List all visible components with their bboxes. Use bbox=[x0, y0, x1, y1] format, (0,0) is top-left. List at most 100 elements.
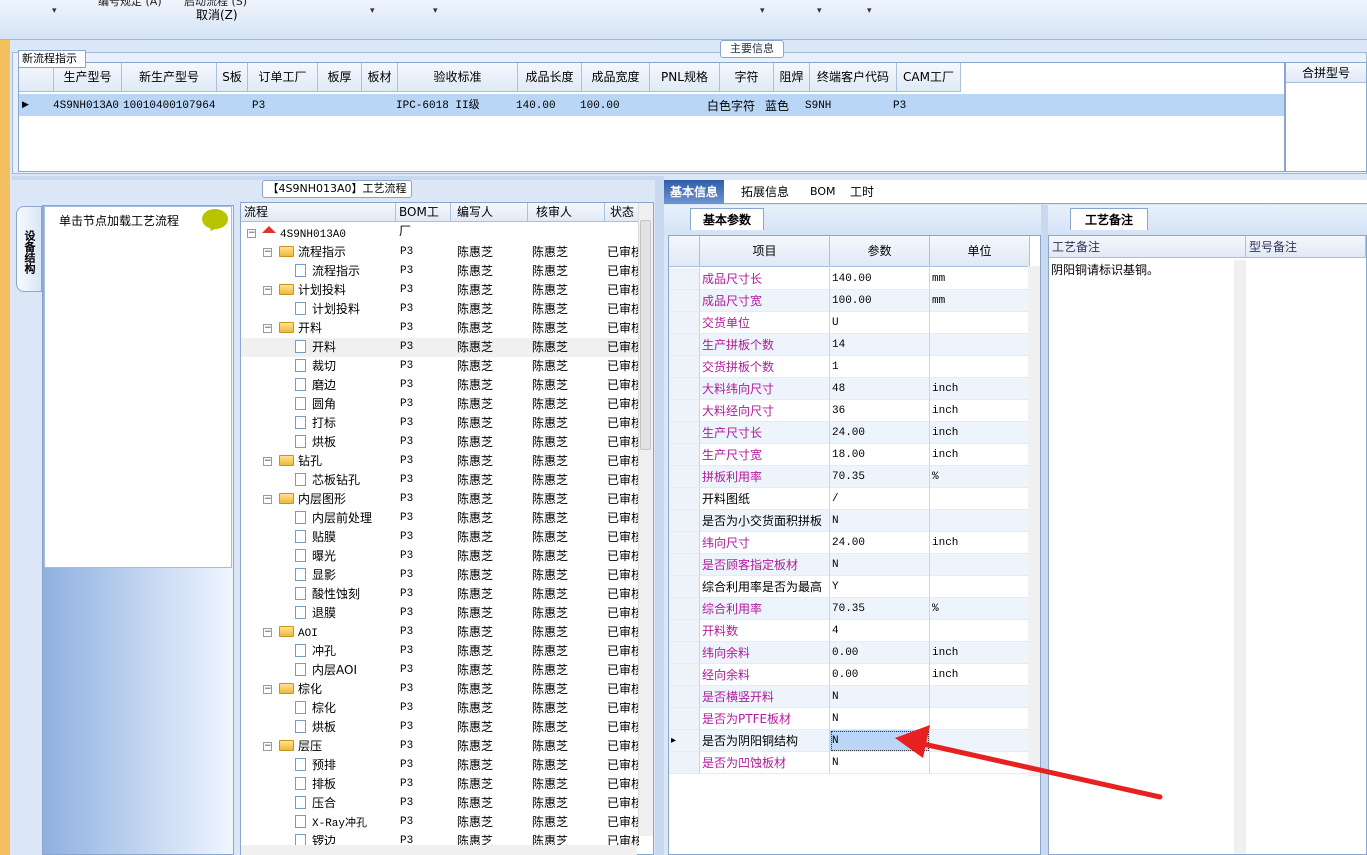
row-indicator[interactable] bbox=[669, 598, 700, 620]
row-indicator[interactable] bbox=[669, 576, 700, 598]
cell-new-model[interactable]: 10010400107964 bbox=[123, 96, 215, 116]
param-row[interactable]: 综合利用率 70.35% bbox=[669, 598, 1040, 620]
tree-node[interactable]: 打标 bbox=[295, 414, 336, 433]
param-row[interactable]: 交货单位 U bbox=[669, 312, 1040, 334]
tree-row[interactable]: 显影 P3 陈惠芝 陈惠芝 已审核 bbox=[241, 566, 641, 585]
param-unit[interactable] bbox=[930, 686, 1030, 708]
param-unit[interactable]: mm bbox=[930, 268, 1030, 290]
param-row[interactable]: 大料经向尺寸 36 inch bbox=[669, 400, 1040, 422]
param-unit[interactable] bbox=[930, 576, 1030, 598]
main-col-header[interactable]: 终端客户代码 bbox=[810, 63, 897, 92]
tree-node[interactable]: 棕化 bbox=[295, 699, 336, 718]
param-unit[interactable] bbox=[930, 312, 1030, 334]
param-row[interactable]: 交货拼板个数 1 bbox=[669, 356, 1040, 378]
cell-cam[interactable]: P3 bbox=[893, 96, 906, 116]
tree-node[interactable]: 曝光 bbox=[295, 547, 336, 566]
cancel-button[interactable]: 取消(Z) bbox=[196, 6, 238, 23]
cell-mask[interactable]: 蓝色 bbox=[765, 96, 789, 116]
param-value[interactable]: / bbox=[830, 488, 930, 510]
param-unit[interactable]: mm bbox=[930, 290, 1030, 312]
tree-row[interactable]: 开料 P3 陈惠芝 陈惠芝 已审核 bbox=[241, 338, 641, 357]
param-value[interactable]: 0.00 bbox=[830, 664, 930, 686]
load-process-box[interactable]: 单击节点加载工艺流程 bbox=[44, 206, 232, 568]
tree-row[interactable]: 打标 P3 陈惠芝 陈惠芝 已审核 bbox=[241, 414, 641, 433]
row-indicator[interactable]: ▸ bbox=[669, 730, 700, 752]
col-reviewer[interactable]: 核审人 bbox=[528, 203, 605, 222]
tree-node[interactable]: 排板 bbox=[295, 775, 336, 794]
row-indicator[interactable] bbox=[669, 444, 700, 466]
cell-customer[interactable]: S9NH bbox=[805, 96, 831, 116]
row-indicator[interactable] bbox=[669, 532, 700, 554]
param-unit[interactable]: inch bbox=[930, 532, 1030, 554]
param-row[interactable]: 经向余料 0.00 inch bbox=[669, 664, 1040, 686]
col-writer[interactable]: 编写人 bbox=[451, 203, 528, 222]
param-value[interactable]: 4 bbox=[830, 620, 930, 642]
tree-row[interactable]: − 计划投料 P3 陈惠芝 陈惠芝 已审核 bbox=[241, 281, 641, 300]
dropdown-arrow-icon[interactable]: ▾ bbox=[867, 6, 872, 16]
param-unit[interactable] bbox=[930, 730, 1030, 752]
tree-node[interactable]: 压合 bbox=[295, 794, 336, 813]
param-row[interactable]: 综合利用率是否为最高 Y bbox=[669, 576, 1040, 598]
params-scrollbar[interactable] bbox=[1028, 266, 1040, 776]
cell-char[interactable]: 白色字符 bbox=[707, 96, 755, 116]
param-value[interactable]: N bbox=[830, 730, 930, 752]
collapse-icon[interactable]: − bbox=[263, 628, 272, 637]
param-value[interactable]: 1 bbox=[830, 356, 930, 378]
main-col-header[interactable]: 新生产型号 bbox=[122, 63, 217, 92]
row-indicator[interactable] bbox=[669, 356, 700, 378]
tree-row[interactable]: 预排 P3 陈惠芝 陈惠芝 已审核 bbox=[241, 756, 641, 775]
tree-node[interactable]: 烘板 bbox=[295, 433, 336, 452]
param-value[interactable]: N bbox=[830, 554, 930, 576]
col-process-note[interactable]: 工艺备注 bbox=[1049, 236, 1246, 258]
dropdown-arrow-icon[interactable]: ▾ bbox=[817, 6, 822, 16]
col-value[interactable]: 参数 bbox=[830, 236, 930, 267]
param-unit[interactable] bbox=[930, 752, 1030, 774]
param-row[interactable]: 成品尺寸宽 100.00 mm bbox=[669, 290, 1040, 312]
param-value[interactable]: 70.35 bbox=[830, 598, 930, 620]
tree-node[interactable]: 开料 bbox=[279, 319, 322, 338]
row-indicator[interactable] bbox=[669, 554, 700, 576]
tree-node[interactable]: 显影 bbox=[295, 566, 336, 585]
notes-grid[interactable]: 工艺备注 型号备注 阴阳铜请标识基铜。 bbox=[1048, 235, 1367, 855]
tree-node[interactable]: 芯板钻孔 bbox=[295, 471, 360, 490]
tree-node[interactable]: 冲孔 bbox=[295, 642, 336, 661]
param-row[interactable]: 纬向余料 0.00 inch bbox=[669, 642, 1040, 664]
tree-node[interactable]: 钻孔 bbox=[279, 452, 322, 471]
main-col-header[interactable]: 字符 bbox=[720, 63, 774, 92]
tree-row[interactable]: − AOI P3 陈惠芝 陈惠芝 已审核 bbox=[241, 623, 641, 642]
param-value[interactable]: 70.35 bbox=[830, 466, 930, 488]
tree-row[interactable]: 芯板钻孔 P3 陈惠芝 陈惠芝 已审核 bbox=[241, 471, 641, 490]
root-node[interactable]: 4S9NH013A0 bbox=[262, 224, 346, 245]
tree-node[interactable]: 计划投料 bbox=[279, 281, 346, 300]
collapse-icon[interactable]: − bbox=[247, 229, 256, 238]
col-flow[interactable]: 流程 bbox=[241, 203, 396, 222]
tree-node[interactable]: 流程指示 bbox=[279, 243, 346, 262]
main-col-header[interactable]: 验收标准 bbox=[398, 63, 518, 92]
main-col-header[interactable]: 板材 bbox=[362, 63, 398, 92]
param-value[interactable]: 24.00 bbox=[830, 422, 930, 444]
param-row[interactable]: 成品尺寸长 140.00 mm bbox=[669, 268, 1040, 290]
row-indicator[interactable] bbox=[669, 642, 700, 664]
main-col-header[interactable]: 阻焊 bbox=[774, 63, 810, 92]
param-unit[interactable] bbox=[930, 708, 1030, 730]
param-row[interactable]: 生产尺寸长 24.00 inch bbox=[669, 422, 1040, 444]
tree-row[interactable]: 退膜 P3 陈惠芝 陈惠芝 已审核 bbox=[241, 604, 641, 623]
param-row[interactable]: 是否为凹蚀板材 N bbox=[669, 752, 1040, 774]
row-indicator[interactable] bbox=[669, 488, 700, 510]
param-value[interactable]: Y bbox=[830, 576, 930, 598]
cell-width[interactable]: 100.00 bbox=[580, 96, 620, 116]
tree-node[interactable]: 裁切 bbox=[295, 357, 336, 376]
param-row[interactable]: 是否横竖开料 N bbox=[669, 686, 1040, 708]
row-indicator[interactable] bbox=[669, 312, 700, 334]
param-row[interactable]: 开料图纸 / bbox=[669, 488, 1040, 510]
col-unit[interactable]: 单位 bbox=[930, 236, 1030, 267]
dropdown-arrow-icon[interactable]: ▾ bbox=[760, 6, 765, 16]
tab-basic-info[interactable]: 基本信息 bbox=[664, 180, 725, 204]
param-unit[interactable]: inch bbox=[930, 642, 1030, 664]
param-row[interactable]: 是否顾客指定板材 N bbox=[669, 554, 1040, 576]
row-indicator[interactable] bbox=[669, 290, 700, 312]
main-col-header[interactable]: S板 bbox=[217, 63, 248, 92]
cell-length[interactable]: 140.00 bbox=[516, 96, 556, 116]
process-note-text[interactable]: 阴阳铜请标识基铜。 bbox=[1051, 261, 1159, 278]
tree-row[interactable]: 棕化 P3 陈惠芝 陈惠芝 已审核 bbox=[241, 699, 641, 718]
